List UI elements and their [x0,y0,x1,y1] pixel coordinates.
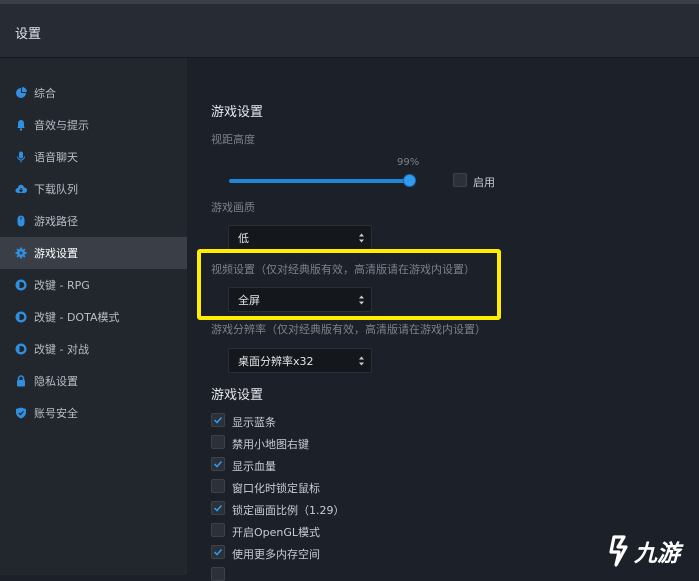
sidebar-item-game-path[interactable]: 游戏路径 [0,205,187,237]
sidebar-item-label: 音效与提示 [34,119,89,132]
select-arrows-icon [359,356,364,366]
key-badge-icon [15,311,27,323]
jiuyou-watermark-logo: 九游 [609,535,684,567]
sidebar-item-sound[interactable]: 音效与提示 [0,109,187,141]
sidebar-item-label: 改键 - 对战 [34,343,89,356]
svg-text:九游: 九游 [633,541,684,567]
microphone-icon [15,151,27,163]
bell-icon [15,119,27,131]
resolution-label: 游戏分辨率（仅对经典版有效，高清版请在游戏内设置） [211,323,486,336]
option-label-opengl: 开启OpenGL模式 [232,526,321,539]
option-checkbox-more-memory[interactable] [211,545,225,559]
sidebar-item-general[interactable]: 综合 [0,77,187,109]
mouse-icon [15,215,27,227]
sidebar-item-label: 综合 [34,87,56,100]
sidebar-item-label: 隐私设置 [34,375,78,388]
enable-label: 启用 [473,176,495,189]
key-badge-icon [15,343,27,355]
view-distance-value: 99% [397,157,420,168]
sidebar-item-keys-dota[interactable]: 改键 - DOTA模式 [0,301,187,333]
cloud-download-icon [15,183,27,195]
option-label-show-mana: 显示蓝条 [232,416,276,429]
checkmark-icon [213,416,223,424]
sidebar-item-privacy[interactable]: 隐私设置 [0,365,187,397]
section-title-game: 游戏设置 [211,105,264,120]
pie-chart-icon [15,87,27,99]
sidebar-item-label: 游戏路径 [34,215,78,228]
option-checkbox-opengl[interactable] [211,523,225,537]
quality-label: 游戏画质 [211,201,255,214]
sidebar-item-label: 下载队列 [34,183,78,196]
checkmark-icon [213,460,223,468]
checkmark-icon [213,504,223,512]
option-label-disable-minimap-right-click: 禁用小地图右键 [232,438,309,451]
resolution-select[interactable]: 桌面分辨率x32 [228,348,372,373]
sidebar-item-keys-rpg[interactable]: 改键 - RPG [0,269,187,301]
sidebar-item-keys-versus[interactable]: 改键 - 对战 [0,333,187,365]
enable-checkbox[interactable] [453,173,467,187]
option-checkbox-cut-off[interactable] [211,567,225,581]
view-distance-slider-thumb[interactable] [404,175,415,186]
option-checkbox-show-health[interactable] [211,457,225,471]
sidebar-item-game-settings[interactable]: 游戏设置 [0,237,187,269]
resolution-select-value: 桌面分辨率x32 [238,354,314,368]
window-title: 设置 [15,27,42,42]
key-badge-icon [15,279,27,291]
checkmark-icon [213,548,223,556]
option-label-lock-aspect-ratio: 锁定画面比例（1.29） [232,504,345,517]
section-title-game-options: 游戏设置 [211,388,264,403]
option-checkbox-lock-aspect-ratio[interactable] [211,501,225,515]
highlight-box [197,249,501,320]
sidebar-item-label: 改键 - RPG [34,279,90,292]
view-distance-slider[interactable] [229,179,410,183]
title-bar: 设置 [0,0,699,58]
sidebar: 综合 音效与提示 语音聊天 下载队列 游戏路径 游戏设置 改键 - RPG 改键… [0,58,187,575]
option-checkbox-show-mana[interactable] [211,413,225,427]
sidebar-item-account-security[interactable]: 账号安全 [0,397,187,429]
sidebar-item-voice[interactable]: 语音聊天 [0,141,187,173]
lock-icon [15,375,27,387]
sidebar-item-download[interactable]: 下载队列 [0,173,187,205]
option-label-more-memory: 使用更多内存空间 [232,548,320,561]
option-checkbox-lock-mouse-windowed[interactable] [211,479,225,493]
gear-icon [15,247,27,259]
view-distance-label: 视距高度 [211,133,255,146]
shield-icon [15,407,27,419]
option-label-show-health: 显示血量 [232,460,276,473]
option-label-lock-mouse-windowed: 窗口化时锁定鼠标 [232,482,320,495]
sidebar-item-label: 游戏设置 [34,247,78,260]
quality-select-value: 低 [238,231,249,245]
option-checkbox-disable-minimap-right-click[interactable] [211,435,225,449]
sidebar-item-label: 改键 - DOTA模式 [34,311,120,324]
sidebar-item-label: 账号安全 [34,407,78,420]
sidebar-item-label: 语音聊天 [34,151,78,164]
quality-select[interactable]: 低 [228,225,372,250]
select-arrows-icon [359,233,364,243]
